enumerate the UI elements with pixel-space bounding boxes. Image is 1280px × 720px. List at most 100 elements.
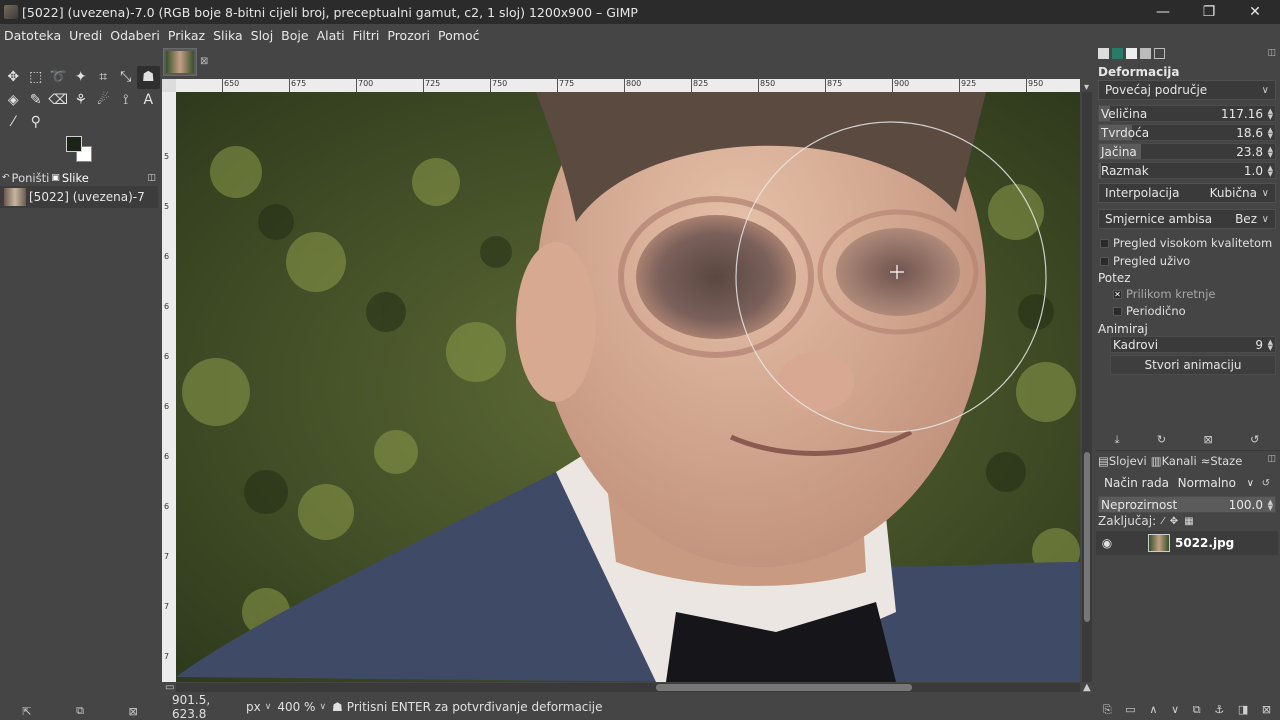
delete-options-icon[interactable]: ⊠ [1203,433,1212,447]
frames-spinner[interactable]: Kadrovi 9 ▲ ▼ [1110,336,1276,353]
menu-prozori[interactable]: Prozori [383,28,434,43]
fuzzy-select-icon[interactable]: ✦ [70,66,93,89]
image-tab-close-icon[interactable]: ⊠ [200,56,208,67]
restore-options-icon[interactable]: ↻ [1157,433,1166,447]
spin-arrows-icon[interactable]: ▲ ▼ [1268,127,1273,140]
image-canvas[interactable] [176,92,1080,682]
layers-config-icon[interactable]: ◫ [1267,454,1276,464]
menu-boje[interactable]: Boje [277,28,312,43]
unified-transform-icon[interactable]: ⤡ [115,66,138,89]
spin-arrows-icon[interactable]: ▲ ▼ [1268,499,1273,512]
strength-slider[interactable]: Jačina 23.8 ▲ ▼ [1098,143,1276,160]
fg-bg-colors[interactable] [66,136,96,164]
foreground-color-swatch[interactable] [66,136,82,152]
interpolation-select[interactable]: Interpolacija Kubična ∨ [1098,183,1276,203]
image-tab[interactable] [163,48,197,76]
spin-arrows-icon[interactable]: ▲ ▼ [1268,108,1273,121]
device-status-tab-icon[interactable] [1112,48,1123,59]
bucket-fill-icon[interactable]: ◈ [2,89,25,112]
new-group-icon[interactable]: ▭ [1125,703,1135,717]
quick-mask-icon[interactable]: ▭ [165,682,174,693]
live-preview-checkbox[interactable]: Pregled uživo [1100,254,1190,268]
new-layer-icon[interactable]: ⎘ [1103,703,1112,717]
tool-options-tab-icon[interactable] [1098,48,1109,59]
spin-arrows-icon[interactable]: ▲ ▼ [1268,146,1273,159]
color-picker-icon[interactable]: ⁄ [2,111,25,134]
unit-selector[interactable]: px ∨ [246,700,271,714]
anchor-layer-icon[interactable]: ⚓ [1214,703,1224,717]
duplicate-layer-icon[interactable]: ⧉ [1193,703,1201,717]
layer-mask-icon[interactable]: ◨ [1238,703,1248,717]
horizontal-scrollbar[interactable] [176,683,1080,692]
warp-transform-icon[interactable]: ☗ [137,66,160,89]
lasso-icon[interactable]: ➰ [47,66,70,89]
ruler-corner[interactable] [162,79,176,92]
opacity-slider[interactable]: Neprozirnost 100.0 ▲ ▼ [1098,496,1276,513]
tab-undo[interactable]: ↶ Poništi [2,171,49,185]
vertical-scroll-thumb[interactable] [1084,452,1090,622]
vertical-scrollbar[interactable] [1082,92,1092,682]
new-display-icon[interactable]: ⧉ [76,704,84,718]
tab-config-icon[interactable]: ◫ [147,173,156,183]
vertical-ruler[interactable]: 556666667777 [162,92,176,682]
menu-uredi[interactable]: Uredi [65,28,106,43]
warp-mode-select[interactable]: Povećaj područje ∨ [1098,80,1276,100]
lock-position-icon[interactable]: ✥ [1170,516,1178,527]
eraser-icon[interactable]: ⌫ [47,89,70,112]
menu-alati[interactable]: Alati [313,28,349,43]
maximize-button[interactable]: ❐ [1186,0,1232,24]
layer-mode-select[interactable]: Način rada Normalno ∨ ↺ [1098,473,1276,493]
menu-slika[interactable]: Slika [209,28,247,43]
dock-tab-icon[interactable] [1154,48,1165,59]
menu-datoteka[interactable]: Datoteka [0,28,65,43]
lock-pixels-icon[interactable]: ⁄ [1162,516,1164,527]
spacing-slider[interactable]: Razmak 1.0 ▲ ▼ [1098,162,1276,179]
zoom-selector[interactable]: 400 % ∨ [277,700,326,714]
paintbrush-icon[interactable]: ✎ [25,89,48,112]
tab-paths[interactable]: ≈Staze [1201,454,1243,468]
tab-channels[interactable]: ▥Kanali [1151,454,1197,468]
raise-display-icon[interactable]: ⇱ [22,705,31,718]
image-list-item[interactable]: [5022] (uvezena)-7 [0,186,158,208]
tab-layers[interactable]: ▤Slojevi [1098,454,1147,468]
menu-pomoc[interactable]: Pomoć [434,28,483,43]
hardness-slider[interactable]: Tvrdoća 18.6 ▲ ▼ [1098,124,1276,141]
abyss-policy-select[interactable]: Smjernice ambisa Bez ∨ [1098,209,1276,229]
spin-arrows-icon[interactable]: ▲ ▼ [1268,165,1273,178]
text-icon[interactable]: A [137,89,160,112]
layer-row[interactable]: ◉ 5022.jpg [1096,531,1278,555]
create-animation-button[interactable]: Stvori animaciju [1110,355,1276,375]
horizontal-scroll-thumb[interactable] [656,684,912,691]
menu-odaberi[interactable]: Odaberi [106,28,164,43]
panel-config-icon[interactable]: ◫ [1267,48,1276,58]
during-motion-checkbox[interactable]: ✕ Prilikom kretnje [1113,287,1215,301]
rect-select-icon[interactable]: ⬚ [25,66,48,89]
checkbox-box[interactable]: ✕ [1113,289,1122,299]
checkbox-box[interactable] [1100,256,1109,266]
lower-layer-icon[interactable]: ∨ [1171,703,1179,717]
navigate-icon[interactable]: ▲ [1083,682,1091,693]
zoom-icon[interactable]: ⚲ [25,111,48,134]
save-options-icon[interactable]: ⤓ [1115,433,1120,447]
images-tab-icon[interactable] [1140,48,1151,59]
hq-preview-checkbox[interactable]: Pregled visokom kvalitetom [1100,236,1272,250]
raise-layer-icon[interactable]: ∧ [1149,703,1157,717]
tab-images[interactable]: ▣ Slike [51,171,89,185]
clone-icon[interactable]: ⚘ [70,89,93,112]
crop-icon[interactable]: ⌗ [92,66,115,89]
horizontal-ruler[interactable]: 650 675 700 725 750 775 800 825 850 875 900 925 950 [176,79,1080,92]
visibility-eye-icon[interactable]: ◉ [1096,536,1118,550]
minimize-button[interactable]: — [1140,0,1186,24]
menu-prikaz[interactable]: Prikaz [164,28,209,43]
layer-mode-reset-icon[interactable]: ↺ [1262,478,1270,489]
size-slider[interactable]: Veličina 117.16 ▲ ▼ [1098,105,1276,122]
menu-filtri[interactable]: Filtri [349,28,384,43]
close-window-button[interactable]: ✕ [1232,0,1278,24]
paths-icon[interactable]: ⟟ [115,89,138,112]
lock-alpha-icon[interactable]: ▦ [1184,516,1193,527]
undo-tab-icon[interactable] [1126,48,1137,59]
delete-display-icon[interactable]: ⊠ [128,705,137,718]
delete-layer-icon[interactable]: ⊠ [1262,703,1271,717]
spin-arrows-icon[interactable]: ▲ ▼ [1268,339,1273,352]
checkbox-box[interactable] [1100,238,1109,248]
